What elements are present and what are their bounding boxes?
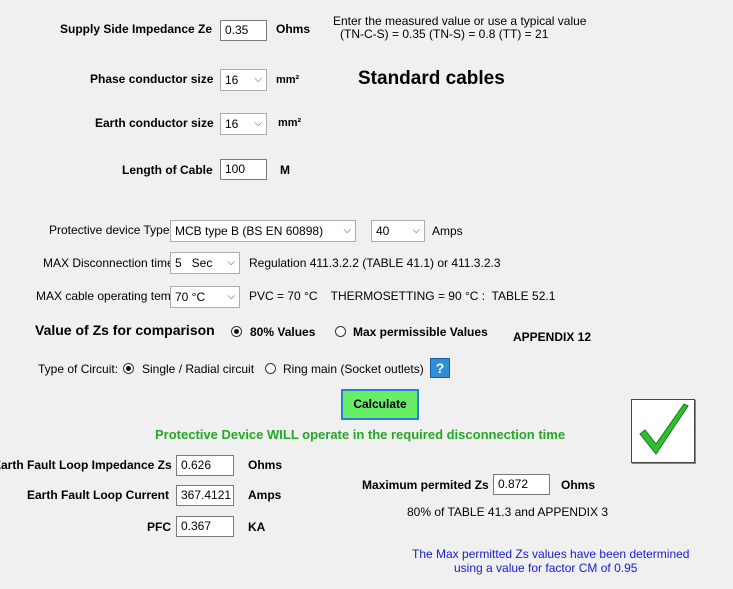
supply-impedance-label: Supply Side Impedance Ze <box>60 22 213 36</box>
phase-conductor-value: 16 <box>225 73 239 87</box>
device-rating-unit: Amps <box>432 224 463 238</box>
pfc-unit: KA <box>248 520 266 534</box>
radio-single-radial-label[interactable]: Single / Radial circuit <box>142 362 254 376</box>
eflc-label: Earth Fault Loop Current <box>27 488 169 502</box>
chevron-down-icon: ⌵ <box>343 225 351 236</box>
device-rating-select[interactable]: 40 ⌵ <box>371 220 425 242</box>
disconnection-time-select[interactable]: 5 Sec ⌵ <box>170 252 240 274</box>
standard-cables-title: Standard cables <box>358 68 505 89</box>
supply-hint-line2: (TN-C-S) = 0.35 (TN-S) = 0.8 (TT) = 21 <box>340 27 549 41</box>
cable-length-unit: M <box>280 163 290 177</box>
cable-length-label: Length of Cable <box>122 163 213 177</box>
radio-80-percent-label[interactable]: 80% Values <box>250 325 315 339</box>
max-zs-output[interactable]: 0.872 <box>493 474 550 495</box>
radio-max-permissible-label[interactable]: Max permissible Values <box>353 325 488 339</box>
radio-single-radial[interactable] <box>123 363 134 374</box>
chevron-down-icon: ⌵ <box>227 257 235 268</box>
footnote-line2: using a value for factor CM of 0.95 <box>454 561 638 575</box>
regulation-note: Regulation 411.3.2.2 (TABLE 41.1) or 411… <box>249 256 501 270</box>
supply-impedance-unit: Ohms <box>276 22 311 36</box>
phase-conductor-select[interactable]: 16 ⌵ <box>220 69 267 91</box>
radio-80-percent[interactable] <box>231 326 242 337</box>
radio-ring-main[interactable] <box>265 363 276 374</box>
supply-impedance-input[interactable]: 0.35 <box>220 20 267 41</box>
radio-ring-main-label[interactable]: Ring main (Socket outlets) <box>283 362 424 376</box>
operating-temp-select[interactable]: 70 °C ⌵ <box>170 286 240 308</box>
disconnection-time-value: 5 Sec <box>175 256 213 270</box>
operating-temp-value: 70 °C <box>175 290 206 304</box>
phase-conductor-unit: mm² <box>276 74 300 86</box>
chevron-down-icon: ⌵ <box>227 291 235 302</box>
result-status-box <box>631 399 695 463</box>
pfc-output[interactable]: 0.367 <box>176 516 234 537</box>
green-checkmark-icon <box>639 403 689 455</box>
earth-conductor-select[interactable]: 16 ⌵ <box>220 113 267 135</box>
zs-comparison-label: Value of Zs for comparison <box>35 322 215 338</box>
disconnection-time-label: MAX Disconnection time <box>43 256 174 270</box>
chevron-down-icon: ⌵ <box>412 225 420 236</box>
max-zs-unit: Ohms <box>561 478 596 492</box>
earth-conductor-value: 16 <box>225 117 239 131</box>
result-message: Protective Device WILL operate in the re… <box>155 427 566 442</box>
cable-length-input[interactable]: 100 <box>220 159 267 180</box>
efli-unit: Ohms <box>248 458 283 472</box>
max-zs-table-note: 80% of TABLE 41.3 and APPENDIX 3 <box>407 505 609 519</box>
appendix-label: APPENDIX 12 <box>513 330 592 344</box>
operating-temp-label: MAX cable operating temp <box>36 289 178 303</box>
efli-output[interactable]: 0.626 <box>176 455 234 476</box>
help-icon[interactable]: ? <box>430 358 450 378</box>
chevron-down-icon: ⌵ <box>254 118 262 129</box>
earth-conductor-unit: mm² <box>278 117 302 129</box>
temp-table-note: PVC = 70 °C THERMOSETTING = 90 °C : TABL… <box>249 289 556 303</box>
phase-conductor-label: Phase conductor size <box>90 72 214 86</box>
eflc-unit: Amps <box>248 488 282 502</box>
device-rating-value: 40 <box>376 224 390 238</box>
efli-label: Earth Fault Loop Impedance Zs <box>0 458 172 472</box>
earth-conductor-label: Earth conductor size <box>95 116 214 130</box>
chevron-down-icon: ⌵ <box>254 74 262 85</box>
radio-max-permissible[interactable] <box>335 326 346 337</box>
footnote-line1: The Max permitted Zs values have been de… <box>412 547 690 561</box>
circuit-type-label: Type of Circuit: <box>38 362 119 376</box>
calculate-button[interactable]: Calculate <box>341 389 419 420</box>
max-zs-label: Maximum permited Zs <box>362 478 489 492</box>
device-type-select[interactable]: MCB type B (BS EN 60898) ⌵ <box>170 220 356 242</box>
device-type-value: MCB type B (BS EN 60898) <box>175 224 324 238</box>
device-type-label: Protective device Type <box>49 223 170 237</box>
eflc-output[interactable]: 367.4121 <box>176 485 234 506</box>
pfc-label: PFC <box>147 520 171 534</box>
supply-hint-line1: Enter the measured value or use a typica… <box>333 14 587 28</box>
